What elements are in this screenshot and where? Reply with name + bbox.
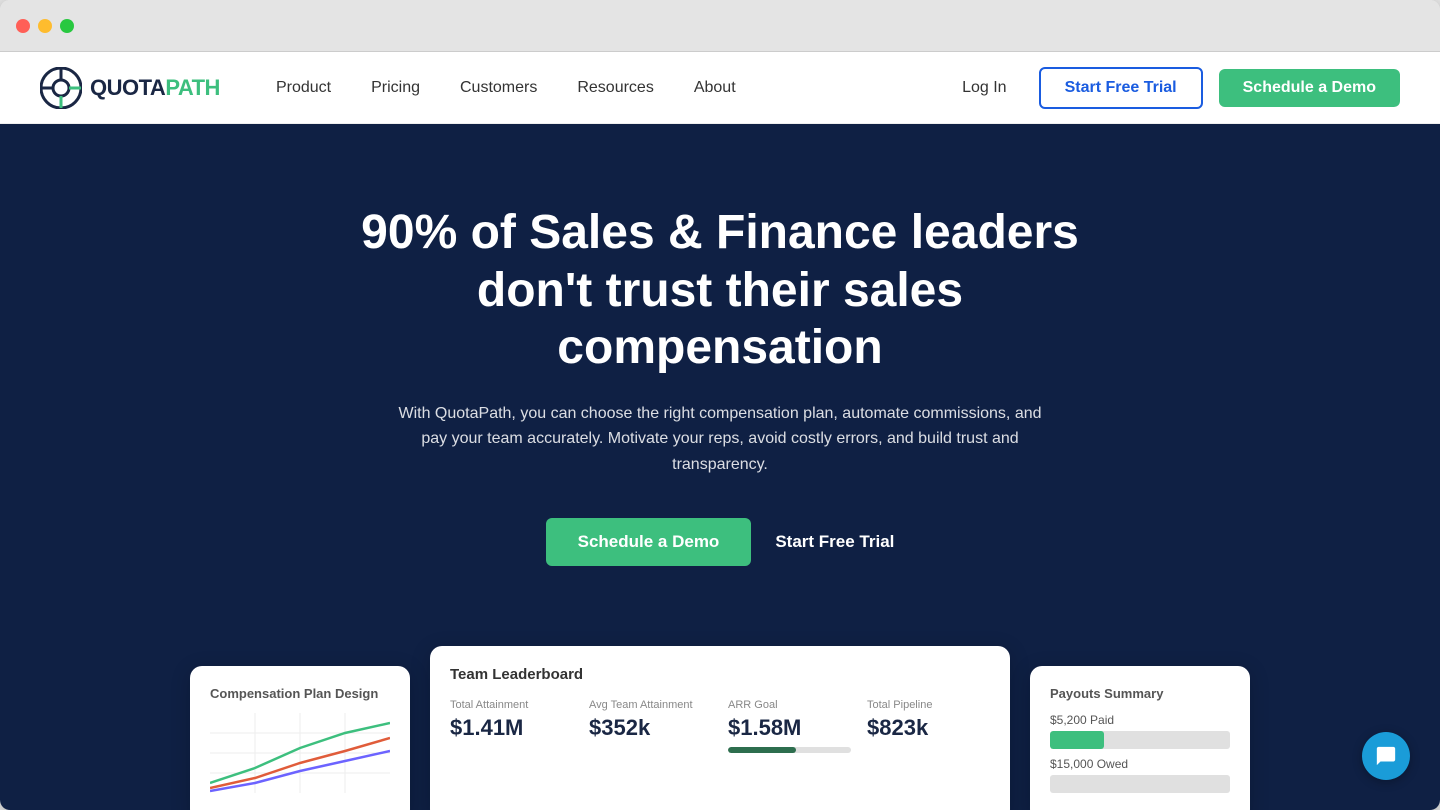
hero-title: 90% of Sales & Finance leaders don't tru… — [320, 204, 1120, 377]
chat-bubble-button[interactable] — [1362, 732, 1410, 780]
hero-buttons: Schedule a Demo Start Free Trial — [40, 518, 1400, 566]
page-content: QUOTAPATH Product Pricing Customers Reso… — [0, 52, 1440, 810]
schedule-demo-nav-button[interactable]: Schedule a Demo — [1219, 69, 1400, 107]
payout-paid-bar-fill — [1050, 731, 1104, 749]
nav-product[interactable]: Product — [260, 71, 347, 105]
payout-owed: $15,000 Owed — [1050, 757, 1230, 793]
payout-owed-bar — [1050, 775, 1230, 793]
minimize-button[interactable] — [38, 19, 52, 33]
payouts-card: Payouts Summary $5,200 Paid $15,000 Owed — [1030, 666, 1250, 810]
stat-label: Avg Team Attainment — [589, 699, 712, 711]
stat-total-pipeline: Total Pipeline $823k — [867, 699, 990, 753]
logo-icon — [40, 67, 82, 109]
leaderboard-stats: Total Attainment $1.41M Avg Team Attainm… — [450, 699, 990, 753]
nav-customers[interactable]: Customers — [444, 71, 553, 105]
leaderboard-card: Team Leaderboard Total Attainment $1.41M… — [430, 646, 1010, 810]
hero-subtitle: With QuotaPath, you can choose the right… — [390, 401, 1050, 478]
stat-value: $1.58M — [728, 715, 851, 741]
stat-label: Total Attainment — [450, 699, 573, 711]
logo[interactable]: QUOTAPATH — [40, 67, 220, 109]
stat-total-attainment: Total Attainment $1.41M — [450, 699, 573, 753]
start-free-trial-hero-button[interactable]: Start Free Trial — [775, 532, 894, 552]
comp-plan-title: Compensation Plan Design — [210, 686, 390, 701]
stat-value: $352k — [589, 715, 712, 741]
close-button[interactable] — [16, 19, 30, 33]
navbar: QUOTAPATH Product Pricing Customers Reso… — [0, 52, 1440, 124]
schedule-demo-hero-button[interactable]: Schedule a Demo — [546, 518, 752, 566]
fullscreen-button[interactable] — [60, 19, 74, 33]
stat-avg-attainment: Avg Team Attainment $352k — [589, 699, 712, 753]
nav-about[interactable]: About — [678, 71, 752, 105]
logo-text: QUOTAPATH — [90, 75, 220, 101]
chat-icon — [1375, 745, 1397, 767]
payout-owed-label: $15,000 Owed — [1050, 757, 1230, 771]
arr-goal-bar — [728, 747, 851, 753]
comp-plan-card: Compensation Plan Design — [190, 666, 410, 810]
hero-section: 90% of Sales & Finance leaders don't tru… — [0, 124, 1440, 626]
nav-resources[interactable]: Resources — [561, 71, 669, 105]
nav-pricing[interactable]: Pricing — [355, 71, 436, 105]
payout-paid: $5,200 Paid — [1050, 713, 1230, 749]
stat-label: ARR Goal — [728, 699, 851, 711]
leaderboard-title: Team Leaderboard — [450, 666, 990, 683]
payouts-title: Payouts Summary — [1050, 686, 1230, 701]
comp-plan-chart — [210, 713, 390, 793]
stat-value: $823k — [867, 715, 990, 741]
stat-value: $1.41M — [450, 715, 573, 741]
nav-actions: Log In Start Free Trial Schedule a Demo — [946, 67, 1400, 109]
browser-titlebar — [0, 0, 1440, 52]
cards-section: Compensation Plan Design — [0, 626, 1440, 810]
stat-arr-goal: ARR Goal $1.58M — [728, 699, 851, 753]
arr-goal-bar-fill — [728, 747, 796, 753]
nav-links: Product Pricing Customers Resources Abou… — [260, 71, 946, 105]
login-link[interactable]: Log In — [946, 71, 1022, 105]
traffic-lights — [16, 19, 74, 33]
stat-label: Total Pipeline — [867, 699, 990, 711]
payout-paid-bar — [1050, 731, 1230, 749]
payout-paid-label: $5,200 Paid — [1050, 713, 1230, 727]
start-free-trial-button[interactable]: Start Free Trial — [1039, 67, 1203, 109]
